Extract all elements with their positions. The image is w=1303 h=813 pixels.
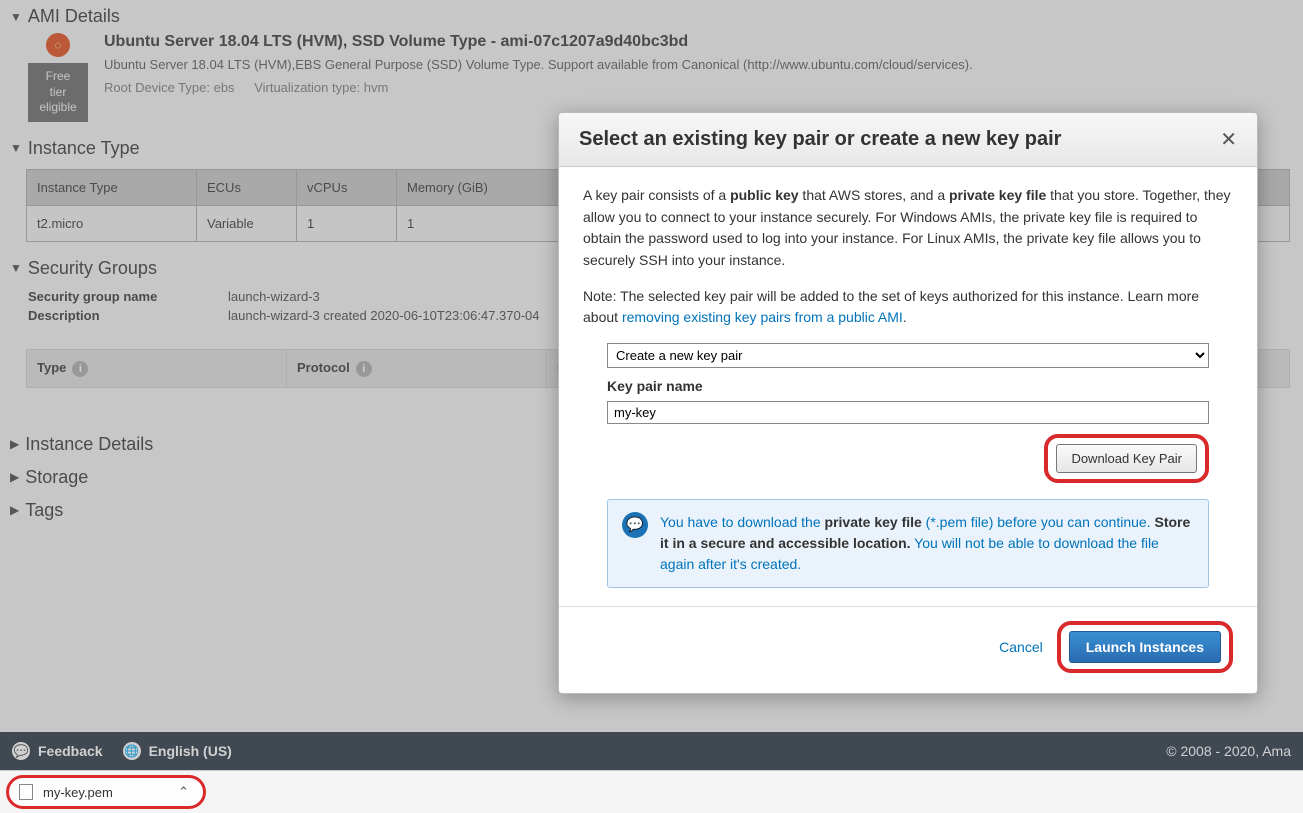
- sg-name-label: Security group name: [28, 289, 228, 304]
- download-highlight: Download Key Pair: [1044, 434, 1209, 483]
- modal-title: Select an existing key pair or create a …: [579, 128, 1061, 151]
- ami-meta: Root Device Type: ebs Virtualization typ…: [104, 80, 973, 95]
- col-ecus: ECUs: [197, 169, 297, 205]
- feedback-link[interactable]: 💬 Feedback: [12, 742, 103, 760]
- tags-title: Tags: [25, 500, 63, 521]
- chat-icon: 💬: [12, 742, 30, 760]
- ubuntu-icon: ◌: [46, 33, 70, 57]
- keyname-input[interactable]: [607, 401, 1209, 424]
- caret-right-icon: ▶: [10, 503, 19, 517]
- col-vcpus: vCPUs: [297, 169, 397, 205]
- cancel-button[interactable]: Cancel: [999, 639, 1043, 655]
- launch-instances-button[interactable]: Launch Instances: [1069, 631, 1221, 663]
- info-icon[interactable]: i: [72, 361, 88, 377]
- ami-details-header[interactable]: ▼ AMI Details: [0, 0, 1303, 33]
- col-type: Typei: [27, 349, 287, 387]
- close-icon[interactable]: ✕: [1220, 127, 1237, 152]
- modal-note: Note: The selected key pair will be adde…: [583, 286, 1233, 329]
- sg-name-value: launch-wizard-3: [228, 289, 320, 304]
- download-keypair-button[interactable]: Download Key Pair: [1056, 444, 1197, 473]
- caret-right-icon: ▶: [10, 470, 19, 484]
- keypair-select[interactable]: Create a new key pair: [607, 343, 1209, 368]
- ami-details-title: AMI Details: [28, 6, 120, 27]
- free-tier-badge: Free tier eligible: [28, 63, 88, 122]
- caret-down-icon: ▼: [10, 10, 22, 24]
- launch-highlight: Launch Instances: [1057, 621, 1233, 673]
- copyright: © 2008 - 2020, Ama: [1166, 743, 1291, 759]
- sg-desc-value: launch-wizard-3 created 2020-06-10T23:06…: [228, 308, 539, 323]
- info-icon[interactable]: i: [356, 361, 372, 377]
- caret-down-icon: ▼: [10, 261, 22, 275]
- caret-down-icon: ▼: [10, 141, 22, 155]
- globe-icon: 🌐: [123, 742, 141, 760]
- download-filename: my-key.pem: [43, 785, 113, 800]
- chevron-up-icon[interactable]: ⌃: [178, 784, 189, 800]
- language-selector[interactable]: 🌐 English (US): [123, 742, 232, 760]
- col-instance-type: Instance Type: [27, 169, 197, 205]
- ami-title: Ubuntu Server 18.04 LTS (HVM), SSD Volum…: [104, 33, 973, 51]
- remove-keypairs-link[interactable]: removing existing key pairs from a publi…: [622, 309, 903, 325]
- caret-right-icon: ▶: [10, 437, 19, 451]
- download-alert: 💬 You have to download the private key f…: [607, 499, 1209, 588]
- sg-desc-label: Description: [28, 308, 228, 323]
- modal-footer: Cancel Launch Instances: [559, 606, 1257, 693]
- download-file-chip[interactable]: my-key.pem ⌃: [6, 775, 206, 809]
- modal-header: Select an existing key pair or create a …: [559, 113, 1257, 167]
- storage-title: Storage: [25, 467, 88, 488]
- instance-details-title: Instance Details: [25, 434, 153, 455]
- modal-desc-1: A key pair consists of a public key that…: [583, 185, 1233, 272]
- footer-bar: 💬 Feedback 🌐 English (US) © 2008 - 2020,…: [0, 732, 1303, 770]
- ami-desc: Ubuntu Server 18.04 LTS (HVM),EBS Genera…: [104, 57, 973, 72]
- security-groups-title: Security Groups: [28, 258, 157, 279]
- chat-icon: 💬: [622, 512, 648, 538]
- keyname-label: Key pair name: [607, 376, 1209, 398]
- col-protocol: Protocoli: [287, 349, 547, 387]
- instance-type-title: Instance Type: [28, 138, 140, 159]
- keypair-modal: Select an existing key pair or create a …: [558, 112, 1258, 694]
- file-icon: [19, 784, 33, 800]
- browser-download-bar: my-key.pem ⌃: [0, 770, 1303, 813]
